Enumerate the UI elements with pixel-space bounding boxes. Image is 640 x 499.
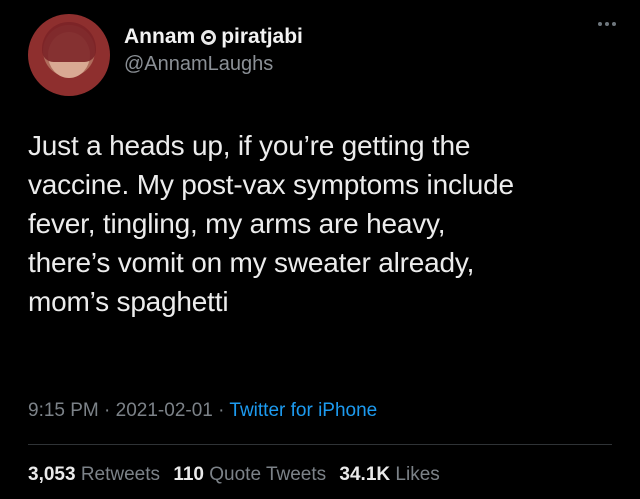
retweets-count: 3,053 (28, 464, 76, 485)
more-dot (612, 22, 616, 26)
tweet-date[interactable]: 2021-02-01 (116, 400, 213, 421)
display-name[interactable]: Annam piratjabi (124, 24, 303, 50)
smiley-emoji-icon (201, 29, 217, 45)
tweet-stats: 3,053 Retweets 110 Quote Tweets 34.1K Li… (28, 463, 448, 487)
retweets-label: Retweets (80, 464, 161, 485)
meta-separator: · (104, 400, 111, 421)
likes-stat[interactable]: 34.1K Likes (339, 464, 439, 485)
divider (28, 444, 612, 445)
tweet-card: Annam piratjabi @AnnamLaughs Just a head… (0, 0, 640, 499)
display-name-first: Annam (124, 25, 196, 48)
avatar[interactable] (28, 14, 110, 96)
retweets-stat[interactable]: 3,053 Retweets (28, 464, 160, 485)
tweet-header: Annam piratjabi @AnnamLaughs (28, 14, 303, 96)
user-names: Annam piratjabi @AnnamLaughs (124, 24, 303, 76)
more-dot (598, 22, 602, 26)
quote-tweets-count: 110 (173, 464, 204, 485)
likes-label: Likes (395, 464, 440, 485)
display-name-second: piratjabi (221, 25, 303, 48)
likes-count: 34.1K (339, 464, 391, 485)
quote-tweets-label: Quote Tweets (209, 464, 327, 485)
tweet-source-link[interactable]: Twitter for iPhone (229, 400, 377, 421)
user-handle[interactable]: @AnnamLaughs (124, 52, 303, 76)
more-options-icon[interactable] (598, 22, 616, 26)
tweet-meta: 9:15 PM · 2021-02-01 · Twitter for iPhon… (28, 399, 377, 423)
quote-tweets-stat[interactable]: 110 Quote Tweets (173, 464, 326, 485)
more-dot (605, 22, 609, 26)
meta-separator: · (218, 400, 225, 421)
tweet-time[interactable]: 9:15 PM (28, 400, 99, 421)
tweet-text: Just a heads up, if you’re getting the v… (28, 130, 514, 317)
